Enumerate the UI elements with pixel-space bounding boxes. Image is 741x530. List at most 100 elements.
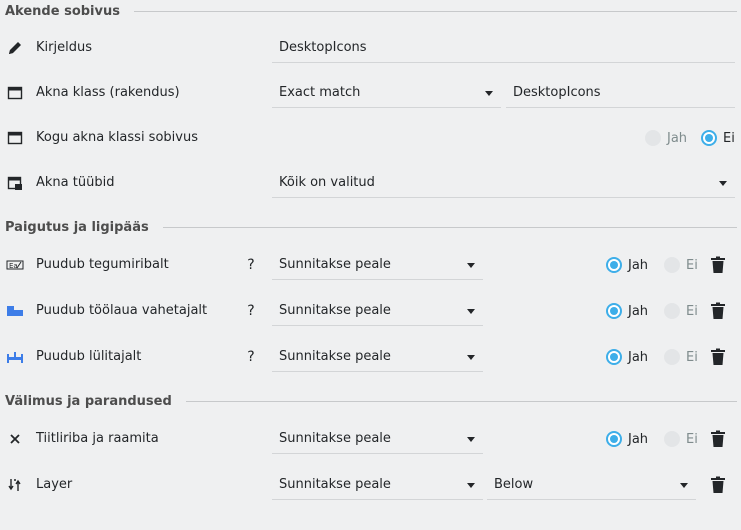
radio-indicator: [645, 130, 661, 146]
row-window-types: Akna tüübid Kõik on valitud: [0, 166, 741, 200]
chevron-down-icon: [680, 483, 688, 488]
layer-icon: [6, 476, 24, 494]
policy-value: Sunnitakse peale: [279, 349, 391, 364]
skip-pager-policy-combo[interactable]: Sunnitakse peale: [272, 296, 483, 326]
chevron-down-icon: [485, 91, 493, 96]
taskbar-icon: Ea: [6, 256, 24, 274]
chevron-down-icon: [467, 437, 475, 442]
radio-label: Jah: [667, 130, 688, 146]
skip-pager-radio-group: Jah Ei: [606, 294, 698, 328]
pager-icon: [6, 302, 24, 320]
no-titlebar-radio-group: Jah Ei: [606, 422, 698, 456]
layer-policy-combo[interactable]: Sunnitakse peale: [272, 470, 483, 500]
section-appearance: Välimus ja parandused: [5, 392, 737, 410]
help-icon[interactable]: ?: [244, 340, 258, 374]
radio-label: Jah: [628, 257, 649, 273]
radio-indicator: [664, 349, 681, 365]
radio-indicator: [664, 257, 681, 273]
skip-taskbar-yes-radio[interactable]: Jah: [606, 257, 648, 273]
policy-value: Sunnitakse peale: [279, 303, 391, 318]
section-title: Paigutus ja ligipääs: [5, 219, 149, 235]
window-class-input[interactable]: DesktopIcons: [506, 78, 735, 108]
skip-taskbar-policy-combo[interactable]: Sunnitakse peale: [272, 250, 483, 280]
chevron-down-icon: [467, 483, 475, 488]
row-whole-class: Kogu akna klassi sobivus Jah Ei: [0, 121, 741, 155]
row-window-class: Akna klass (rakendus) Exact match Deskto…: [0, 76, 741, 110]
window-types-label: Akna tüübid: [36, 175, 115, 190]
section-title: Välimus ja parandused: [5, 393, 172, 409]
chevron-down-icon: [467, 263, 475, 268]
row-skip-pager: Puudub töölaua vahetajalt ? Sunnitakse p…: [0, 294, 741, 328]
whole-class-label: Kogu akna klassi sobivus: [36, 130, 198, 145]
no-titlebar-policy-combo[interactable]: Sunnitakse peale: [272, 424, 483, 454]
help-icon[interactable]: ?: [244, 294, 258, 328]
skip-pager-yes-radio[interactable]: Jah: [606, 303, 648, 319]
policy-value: Sunnitakse peale: [279, 477, 391, 492]
policy-value: Sunnitakse peale: [279, 257, 391, 272]
no-titlebar-yes-radio[interactable]: Jah: [606, 431, 648, 447]
skip-taskbar-radio-group: Jah Ei: [606, 248, 698, 282]
section-window-match: Akende sobivus: [5, 2, 737, 20]
section-divider: [133, 10, 737, 12]
radio-indicator: [664, 303, 681, 319]
window-class-match-combo[interactable]: Exact match: [272, 78, 501, 108]
radio-indicator: [606, 257, 622, 273]
delete-icon[interactable]: [710, 476, 726, 494]
window-icon: [6, 129, 24, 147]
window-icon: [6, 84, 24, 102]
skip-taskbar-no-radio[interactable]: Ei: [664, 257, 698, 273]
description-input[interactable]: DesktopIcons: [272, 33, 735, 63]
radio-label: Ei: [686, 257, 698, 273]
skip-switcher-no-radio[interactable]: Ei: [664, 349, 698, 365]
no-titlebar-label: Tiitliriba ja raamita: [36, 431, 159, 446]
window-types-value: Kõik on valitud: [279, 175, 375, 190]
radio-label: Jah: [628, 349, 649, 365]
radio-indicator: [664, 431, 681, 447]
section-title: Akende sobivus: [5, 3, 120, 19]
skip-taskbar-label: Puudub tegumiribalt: [36, 257, 169, 272]
section-placement: Paigutus ja ligipääs: [5, 218, 737, 236]
window-class-match-value: Exact match: [279, 85, 361, 100]
layer-value-combo[interactable]: Below: [487, 470, 696, 500]
radio-label: Ei: [686, 431, 698, 447]
row-skip-switcher: Puudub lülitajalt ? Sunnitakse peale Jah…: [0, 340, 741, 374]
delete-icon[interactable]: [710, 430, 726, 448]
radio-label: Jah: [628, 303, 649, 319]
radio-indicator: [606, 431, 622, 447]
delete-icon[interactable]: [710, 348, 726, 366]
delete-icon[interactable]: [710, 256, 726, 274]
whole-class-radio-group: Jah Ei: [645, 121, 735, 155]
description-label: Kirjeldus: [36, 40, 92, 55]
radio-label: Ei: [686, 349, 698, 365]
skip-pager-label: Puudub töölaua vahetajalt: [36, 303, 208, 318]
radio-indicator: [606, 349, 622, 365]
layer-value: Below: [494, 477, 534, 492]
skip-switcher-policy-combo[interactable]: Sunnitakse peale: [272, 342, 483, 372]
skip-pager-no-radio[interactable]: Ei: [664, 303, 698, 319]
radio-label: Ei: [686, 303, 698, 319]
no-titlebar-no-radio[interactable]: Ei: [664, 431, 698, 447]
skip-switcher-yes-radio[interactable]: Jah: [606, 349, 648, 365]
svg-text:Ea: Ea: [9, 262, 18, 270]
whole-class-no-radio[interactable]: Ei: [701, 130, 735, 146]
pencil-icon: [6, 39, 24, 57]
radio-label: Ei: [723, 130, 735, 146]
section-divider: [185, 400, 737, 402]
policy-value: Sunnitakse peale: [279, 431, 391, 446]
window-class-label: Akna klass (rakendus): [36, 85, 180, 100]
window-types-combo[interactable]: Kõik on valitud: [272, 168, 735, 198]
window-types-icon: [6, 174, 24, 192]
switcher-icon: [6, 348, 24, 366]
section-divider: [162, 226, 737, 228]
delete-icon[interactable]: [710, 302, 726, 320]
row-skip-taskbar: Ea Puudub tegumiribalt ? Sunnitakse peal…: [0, 248, 741, 282]
chevron-down-icon: [467, 355, 475, 360]
skip-switcher-label: Puudub lülitajalt: [36, 349, 142, 364]
radio-indicator: [606, 303, 622, 319]
close-x-icon: [6, 430, 24, 448]
radio-indicator: [701, 130, 718, 146]
layer-label: Layer: [36, 477, 73, 492]
whole-class-yes-radio[interactable]: Jah: [645, 130, 687, 146]
row-description: Kirjeldus DesktopIcons: [0, 31, 741, 65]
help-icon[interactable]: ?: [244, 248, 258, 282]
